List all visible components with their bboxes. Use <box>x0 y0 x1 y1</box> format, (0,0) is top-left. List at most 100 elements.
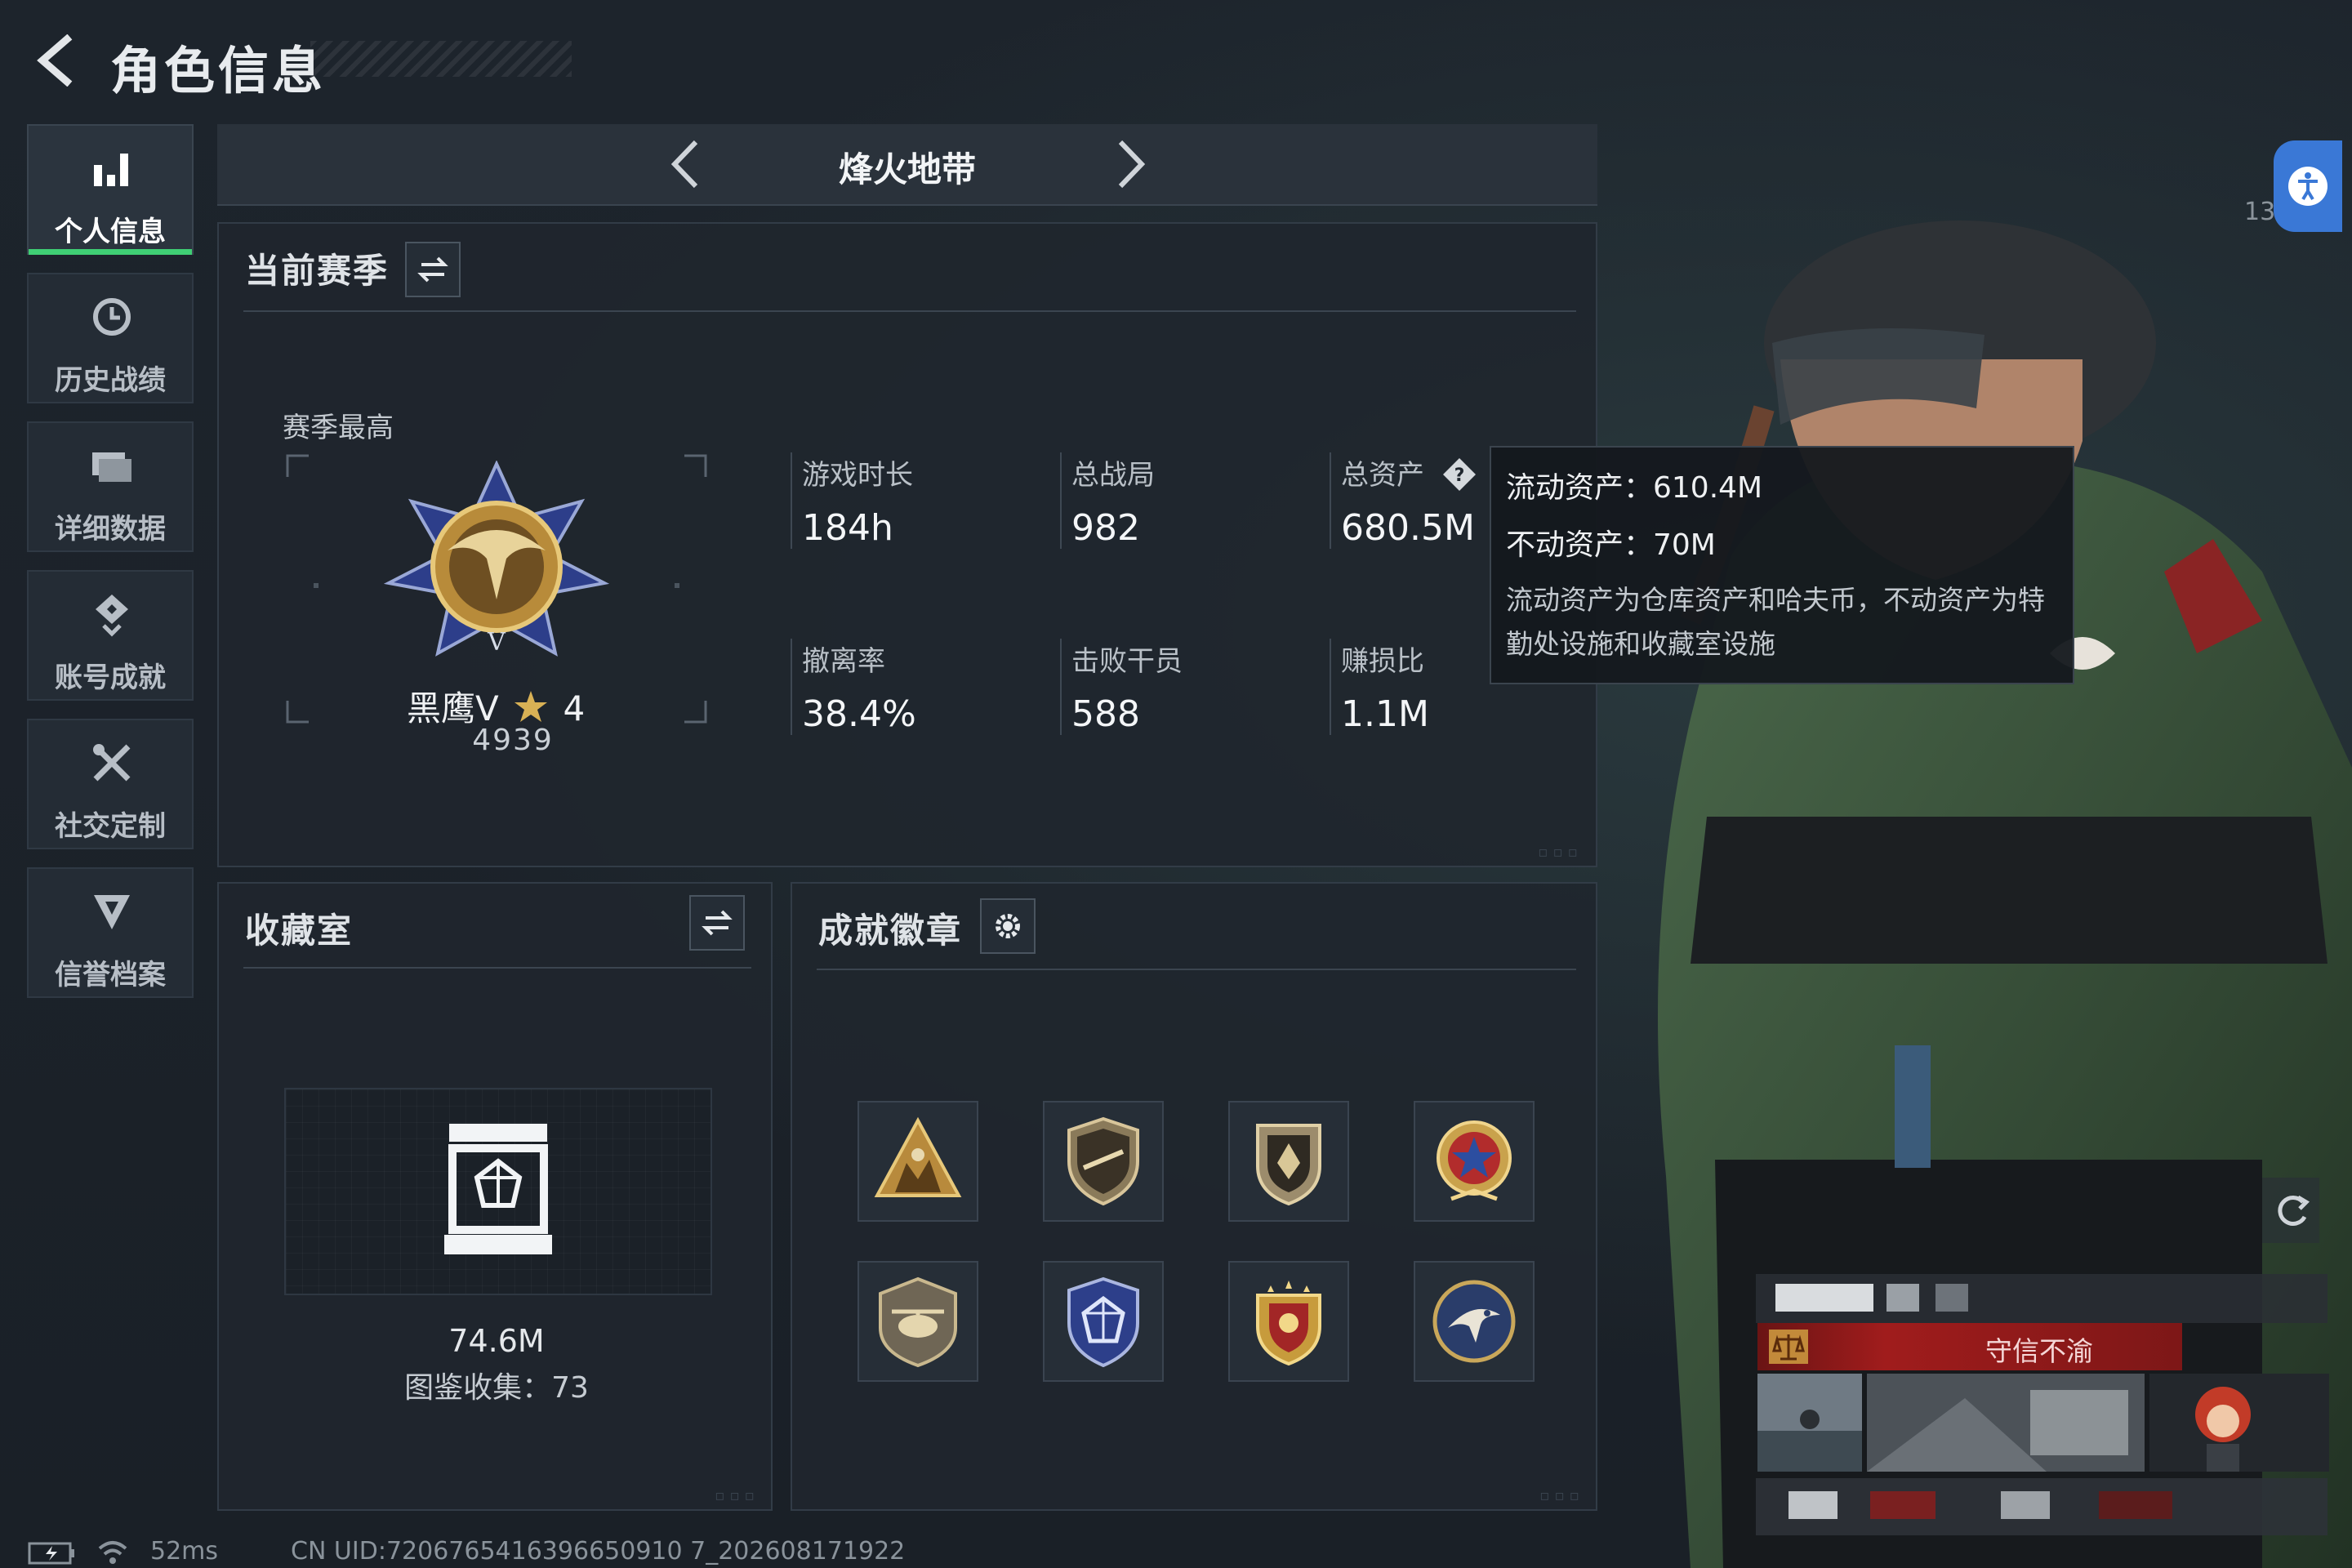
tooltip-description: 流动资产为仓库资产和哈夫币，不动资产为特勤处设施和收藏室设施 <box>1506 584 2045 660</box>
folder-icon <box>92 452 131 482</box>
next-mode-arrow-icon[interactable] <box>1101 136 1158 193</box>
mode-title: 烽火地带 <box>838 149 976 189</box>
sidebar-item-label: 个人信息 <box>55 216 166 248</box>
season-title: 当前赛季 <box>245 251 390 291</box>
display-case-icon <box>444 1124 552 1254</box>
svg-text:?: ? <box>1454 466 1464 486</box>
achievement-badge[interactable] <box>1414 1101 1535 1222</box>
stat-label-text: 总资产 <box>1341 459 1424 492</box>
ping-value: 52ms <box>150 1537 219 1566</box>
sidebar-item-label: 历史战绩 <box>55 364 166 397</box>
battery-charging-icon <box>28 1542 74 1565</box>
sidebar-item-label: 社交定制 <box>55 810 166 843</box>
landscape-thumbnail-icon <box>1757 1374 1862 1472</box>
sidebar-item-social[interactable]: 社交定制 <box>27 719 194 849</box>
motto-text: 守信不渝 <box>1985 1335 2093 1367</box>
mode-selector: 烽火地带 <box>217 124 1597 206</box>
stat-label: 击败干员 <box>1071 645 1183 678</box>
divider <box>817 969 1576 970</box>
status-bar: 52ms CN UID:7206765416396650910 7_202608… <box>28 1534 1171 1568</box>
swap-icon <box>702 910 733 936</box>
eagle-badge-icon <box>1432 1280 1516 1363</box>
stat-value: 184h <box>802 507 893 549</box>
sidebar-item-achievements[interactable]: 账号成就 <box>27 570 194 701</box>
collection-value: 74.6M <box>448 1323 545 1359</box>
tooltip-liquid-assets: 流动资产：610.4M <box>1506 471 1763 505</box>
corner-decoration: ▫▫▫ <box>715 1487 760 1504</box>
collection-count: 图鉴收集：73 <box>404 1371 589 1405</box>
stat-total-matches: 总战局 982 <box>1060 452 1155 549</box>
achievement-badge[interactable] <box>1228 1261 1349 1382</box>
uid-text: CN UID:7206765416396650910 7_20260817192… <box>291 1537 906 1566</box>
page-title: 角色信息 <box>110 41 327 100</box>
stat-value: 588 <box>1071 693 1140 735</box>
motto-banner: 守信不渝 <box>1757 1323 2182 1370</box>
stat-label: 总战局 <box>1071 459 1155 492</box>
rank-score: 4939 <box>472 724 554 757</box>
collection-switch-button[interactable] <box>689 895 745 951</box>
season-best-label: 赛季最高 <box>283 412 394 444</box>
stat-label: 赚损比 <box>1341 645 1424 678</box>
header: 角色信息 <box>24 24 572 100</box>
tools-icon <box>93 744 131 782</box>
back-arrow-icon[interactable] <box>31 34 83 87</box>
bar-chart-icon <box>94 154 128 186</box>
stat-play-time: 游戏时长 184h <box>791 452 913 549</box>
season-switch-button[interactable] <box>405 242 461 297</box>
svg-text:V: V <box>487 628 506 657</box>
badges-panel: 成就徽章 ▫▫▫ <box>791 882 1597 1511</box>
achievement-badge[interactable] <box>858 1101 978 1222</box>
gear-icon <box>996 914 1020 938</box>
badges-title: 成就徽章 <box>818 911 963 951</box>
scales-icon <box>1769 1330 1808 1364</box>
accessibility-button[interactable] <box>2274 140 2342 232</box>
achievement-badge[interactable] <box>1414 1261 1535 1382</box>
rifle-shield-badge-icon <box>1067 1116 1139 1206</box>
sidebar-item-credit[interactable]: 信誉档案 <box>27 867 194 998</box>
stat-label: 游戏时长 <box>802 459 913 492</box>
season-panel: 当前赛季 赛季最高 V 黑鹰V 4 4939 游戏时长 184h 总战局 982 <box>217 222 1597 867</box>
collection-panel: 收藏室 74.6M 图鉴收集：73 ▫▫▫ <box>217 882 773 1511</box>
corner-decoration: ▫▫▫ <box>1538 844 1583 861</box>
rank-star-count: 4 <box>563 688 586 728</box>
collection-showcase[interactable] <box>284 1088 712 1295</box>
sidebar-item-details[interactable]: 详细数据 <box>27 421 194 552</box>
corner-decoration: ▫▫▫ <box>1539 1487 1584 1504</box>
rank-emblem-icon: V <box>383 461 610 657</box>
title-decoration <box>310 41 572 77</box>
stat-kills: 击败干员 588 <box>1060 639 1183 735</box>
helicopter-badge-icon <box>879 1276 957 1368</box>
achievement-badge[interactable] <box>1043 1261 1164 1382</box>
collection-title: 收藏室 <box>245 911 354 951</box>
crystal-shield-badge-icon <box>1067 1276 1139 1368</box>
medal-icon <box>96 595 128 637</box>
battle-scene-thumbnail-icon <box>1867 1374 2145 1472</box>
history-icon <box>93 298 131 336</box>
star-icon <box>514 691 548 722</box>
soldiers-badge-icon <box>874 1116 962 1197</box>
achievement-badge[interactable] <box>858 1261 978 1382</box>
chibi-character-thumbnail-icon <box>2149 1374 2329 1472</box>
stat-label: 撤离率 <box>802 645 885 678</box>
stat-value: 982 <box>1071 507 1140 549</box>
stat-label: 总资产 ? <box>1341 452 1477 492</box>
help-icon[interactable]: ? <box>1441 457 1477 492</box>
rank-title: 黑鹰V <box>407 688 499 728</box>
achievement-badge[interactable] <box>1043 1101 1164 1222</box>
sidebar-item-history[interactable]: 历史战绩 <box>27 273 194 403</box>
stat-value: 1.1M <box>1341 693 1429 735</box>
like-count: 13 <box>2244 198 2276 226</box>
stat-total-assets: 总资产 ? 680.5M <box>1330 452 1477 549</box>
tooltip-fixed-assets: 不动资产：70M <box>1506 528 1716 562</box>
stat-extract-rate: 撤离率 38.4% <box>791 639 916 735</box>
sidebar-item-label: 详细数据 <box>55 513 166 546</box>
profile-showcase[interactable] <box>1757 1374 2329 1472</box>
gold-stars-badge-icon <box>1256 1281 1321 1366</box>
achievement-badge[interactable] <box>1228 1101 1349 1222</box>
badges-settings-button[interactable] <box>980 898 1036 954</box>
sidebar-item-personal-info[interactable]: 个人信息 <box>27 124 194 255</box>
sidebar-item-label: 账号成就 <box>55 662 166 694</box>
rotate-icon[interactable] <box>2262 1178 2319 1243</box>
sidebar-item-label: 信誉档案 <box>55 959 166 991</box>
wing-shield-badge-icon <box>1256 1124 1321 1206</box>
